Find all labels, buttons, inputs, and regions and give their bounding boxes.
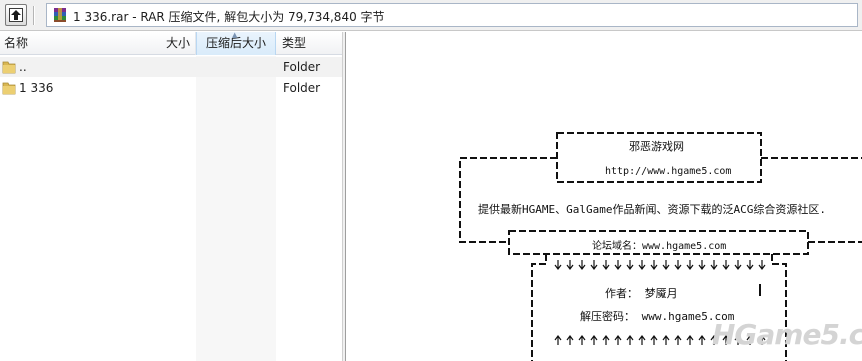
- file-list[interactable]: 名称 大小 压缩后大小 ▲ 类型 .. Folder 1 336 Folder: [0, 31, 342, 361]
- down-arrow-icon: [566, 260, 574, 270]
- archive-comment-pane: 邪恶游戏网 http://www.hgame5.com 提供最新HGAME、Ga…: [346, 32, 862, 361]
- address-bar: 1 336.rar - RAR 压缩文件, 解包大小为 79,734,840 字…: [0, 0, 862, 31]
- file-name: ..: [19, 60, 27, 74]
- up-arrow-icon: [626, 335, 634, 345]
- down-arrow-icon: [686, 260, 694, 270]
- column-header-type[interactable]: 类型: [276, 32, 342, 55]
- up-arrow-icon: [698, 335, 706, 345]
- down-arrow-icon: [602, 260, 610, 270]
- file-type: Folder: [283, 60, 321, 74]
- down-arrow-icon: [662, 260, 670, 270]
- packed-size-column-highlight: [196, 56, 276, 361]
- comment-tagline: 提供最新HGAME、GalGame作品新闻、资源下载的泛ACG综合资源社区.: [478, 203, 826, 216]
- comment-site-name: 邪恶游戏网: [629, 140, 684, 153]
- comment-forum: 论坛域名：www.hgame5.com: [592, 241, 727, 252]
- down-arrow-icon: [758, 260, 766, 270]
- address-field[interactable]: 1 336.rar - RAR 压缩文件, 解包大小为 79,734,840 字…: [46, 3, 858, 27]
- up-arrow-icon: [590, 335, 598, 345]
- down-arrow-icon: [638, 260, 646, 270]
- down-arrow-icon: [722, 260, 730, 270]
- up-arrow-icon: [614, 335, 622, 345]
- down-arrow-row: [554, 260, 766, 270]
- comment-author: 作者： 梦魇月: [605, 287, 678, 300]
- column-header-size[interactable]: 大小: [0, 32, 196, 55]
- file-type: Folder: [283, 81, 321, 95]
- down-arrow-icon: [746, 260, 754, 270]
- up-arrow-icon: [554, 335, 562, 345]
- comment-site-url: http://www.hgame5.com: [605, 166, 732, 177]
- down-arrow-icon: [710, 260, 718, 270]
- down-arrow-icon: [650, 260, 658, 270]
- down-arrow-icon: [626, 260, 634, 270]
- list-item-parent-folder[interactable]: .. Folder: [0, 57, 342, 77]
- up-arrow-icon: [662, 335, 670, 345]
- file-list-header: 名称 大小 压缩后大小 ▲ 类型: [0, 31, 342, 55]
- down-arrow-icon: [578, 260, 586, 270]
- up-folder-button[interactable]: [5, 4, 27, 26]
- up-arrow-icon: [650, 335, 658, 345]
- folder-icon: [2, 61, 16, 74]
- down-arrow-icon: [590, 260, 598, 270]
- archive-path-text: 1 336.rar - RAR 压缩文件, 解包大小为 79,734,840 字…: [73, 10, 385, 24]
- up-arrow-icon: [638, 335, 646, 345]
- up-arrow-icon: [602, 335, 610, 345]
- up-arrow-icon: [566, 335, 574, 345]
- sort-ascending-icon: ▲: [232, 31, 238, 39]
- up-arrow-icon: [578, 335, 586, 345]
- down-arrow-icon: [674, 260, 682, 270]
- list-item-folder-1-336[interactable]: 1 336 Folder: [0, 78, 342, 98]
- down-arrow-icon: [698, 260, 706, 270]
- up-folder-icon: [9, 8, 23, 22]
- file-name: 1 336: [19, 81, 54, 95]
- down-arrow-icon: [554, 260, 562, 270]
- up-arrow-icon: [674, 335, 682, 345]
- folder-icon: [2, 82, 16, 95]
- hgame5-watermark: HGame5.com: [712, 318, 862, 351]
- up-arrow-icon: [686, 335, 694, 345]
- winrar-archive-icon: [54, 8, 66, 22]
- toolbar-separator: [33, 6, 35, 25]
- down-arrow-icon: [734, 260, 742, 270]
- down-arrow-icon: [614, 260, 622, 270]
